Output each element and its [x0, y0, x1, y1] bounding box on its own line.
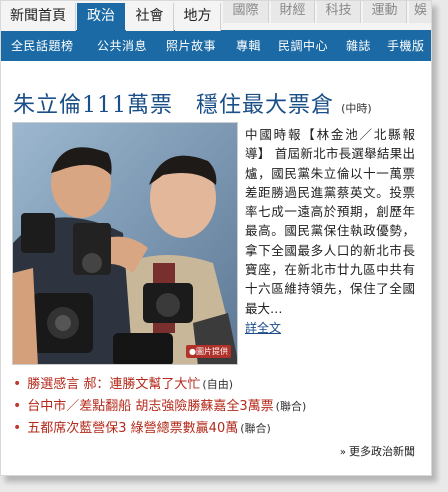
news-source: (聯合): [275, 400, 307, 413]
bullet-icon: •: [13, 376, 22, 392]
news-source: (聯合): [240, 422, 271, 435]
list-item[interactable]: • 五都席次藍營保3 綠營總票數贏40萬 (聯合): [13, 417, 423, 439]
photo-credit: ●圖片提供: [186, 345, 231, 358]
headline-title[interactable]: 朱立倫111萬票 穩住最大票倉: [13, 93, 334, 118]
tab-sports[interactable]: 運動: [363, 1, 407, 23]
news-photo[interactable]: ●圖片提供: [12, 122, 238, 365]
subnav-features[interactable]: 專輯: [236, 31, 261, 61]
tab-news-home[interactable]: 新聞首頁: [1, 3, 76, 31]
tab-international[interactable]: 國際: [223, 1, 269, 23]
subnav-magazine[interactable]: 雜誌: [346, 31, 371, 61]
subnav-hot-topics[interactable]: 全民話題榜: [11, 31, 74, 61]
news-source: (自由): [202, 378, 233, 391]
more-news-label[interactable]: 更多政治新聞: [349, 445, 415, 458]
news-title[interactable]: 五都席次藍營保3 綠營總票數贏40萬: [27, 421, 238, 436]
subnav-mobile[interactable]: 手機版: [387, 31, 425, 61]
tab-technology[interactable]: 科技: [317, 1, 361, 23]
tab-society[interactable]: 社會: [126, 3, 174, 31]
bullet-icon: •: [13, 398, 22, 414]
list-item[interactable]: • 勝選感言 郝：連勝文幫了大忙 (自由): [13, 373, 423, 395]
subnav-public-news[interactable]: 公共消息: [97, 31, 147, 61]
double-chevron-right-icon: »: [339, 447, 346, 458]
tab-local[interactable]: 地方: [175, 3, 221, 31]
photo-illustration: [13, 123, 237, 364]
news-title[interactable]: 勝選感言 郝：連勝文幫了大忙: [27, 377, 200, 392]
headline-source: (中時): [341, 102, 372, 115]
headline[interactable]: 朱立倫111萬票 穩住最大票倉 (中時): [13, 87, 372, 119]
sub-navigation: 全民話題榜 公共消息 照片故事 專輯 民調中心 雜誌 手機版: [1, 31, 431, 61]
read-full-article-link[interactable]: 詳全文: [245, 321, 281, 335]
subnav-photo-stories[interactable]: 照片故事: [166, 31, 216, 61]
related-news-list: • 勝選感言 郝：連勝文幫了大忙 (自由) • 台中市／差點翻船 胡志強險勝蘇嘉全3萬…: [13, 373, 423, 439]
category-tabs: 新聞首頁 政治 社會 地方 國際 財經 科技 運動 娛: [1, 1, 431, 31]
list-item[interactable]: • 台中市／差點翻船 胡志強險勝蘇嘉全3萬票 (聯合): [13, 395, 423, 417]
story-summary: 中國時報【林金池／北縣報導】 首屆新北市長選舉結果出爐，國民黨朱立倫以十一萬票差…: [245, 125, 415, 338]
tab-politics[interactable]: 政治: [77, 3, 125, 31]
news-title[interactable]: 台中市／差點翻船 胡志強險勝蘇嘉全3萬票: [27, 399, 273, 414]
more-politics-news-link[interactable]: » 更多政治新聞: [340, 443, 415, 459]
subnav-poll-center[interactable]: 民調中心: [278, 31, 328, 61]
news-widget: 新聞首頁 政治 社會 地方 國際 財經 科技 運動 娛 全民話題榜 公共消息 照…: [0, 0, 432, 476]
bullet-icon: •: [13, 420, 22, 436]
tab-finance[interactable]: 財經: [271, 1, 315, 23]
tab-entertainment[interactable]: 娛: [409, 1, 431, 23]
story-body: 中國時報【林金池／北縣報導】 首屆新北市長選舉結果出爐，國民黨朱立倫以十一萬票差…: [245, 127, 415, 316]
